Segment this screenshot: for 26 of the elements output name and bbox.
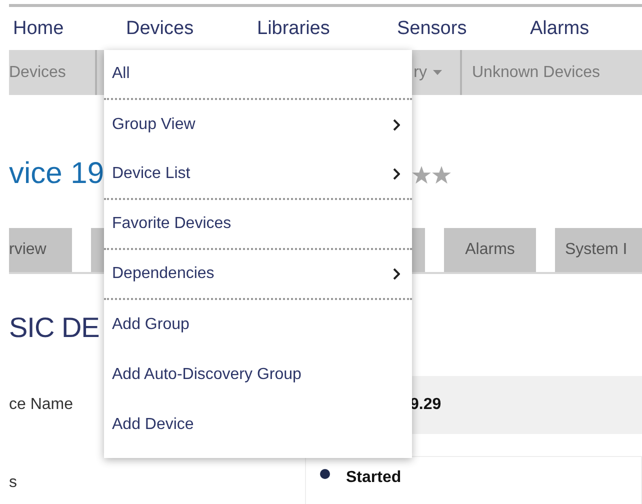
nav-link[interactable]: Libraries (257, 18, 397, 40)
caret-icon (433, 70, 442, 75)
menu-item[interactable]: Device List (104, 150, 412, 200)
star-icon[interactable] (412, 166, 432, 184)
nav-link[interactable]: Devices (126, 18, 257, 40)
nav-link[interactable]: Sensors (397, 18, 530, 40)
device-title: vice 19 (9, 156, 104, 191)
chevron-right-icon (393, 168, 400, 180)
menu-item[interactable]: Group View (104, 100, 412, 150)
field-label: s (9, 474, 18, 492)
menu-item[interactable]: Add Group (104, 300, 412, 350)
field-label: ce Name (9, 396, 74, 414)
status-dot-icon (320, 469, 330, 479)
nav-link[interactable]: Alarms (530, 18, 590, 40)
star-icon[interactable] (432, 166, 452, 184)
tab[interactable]: Alarms (444, 228, 536, 272)
menu-item[interactable]: Dependencies (104, 250, 412, 300)
nav-link[interactable]: Home (13, 18, 126, 40)
menu-item[interactable]: Favorite Devices (104, 200, 412, 250)
tab[interactable]: System I (555, 228, 642, 272)
tab[interactable]: rview (9, 228, 72, 272)
status-text: Started (346, 469, 402, 487)
chevron-right-icon (393, 268, 400, 280)
section-title: SIC DE (9, 312, 100, 345)
menu-item[interactable]: All (104, 50, 412, 100)
chevron-right-icon (393, 119, 400, 131)
